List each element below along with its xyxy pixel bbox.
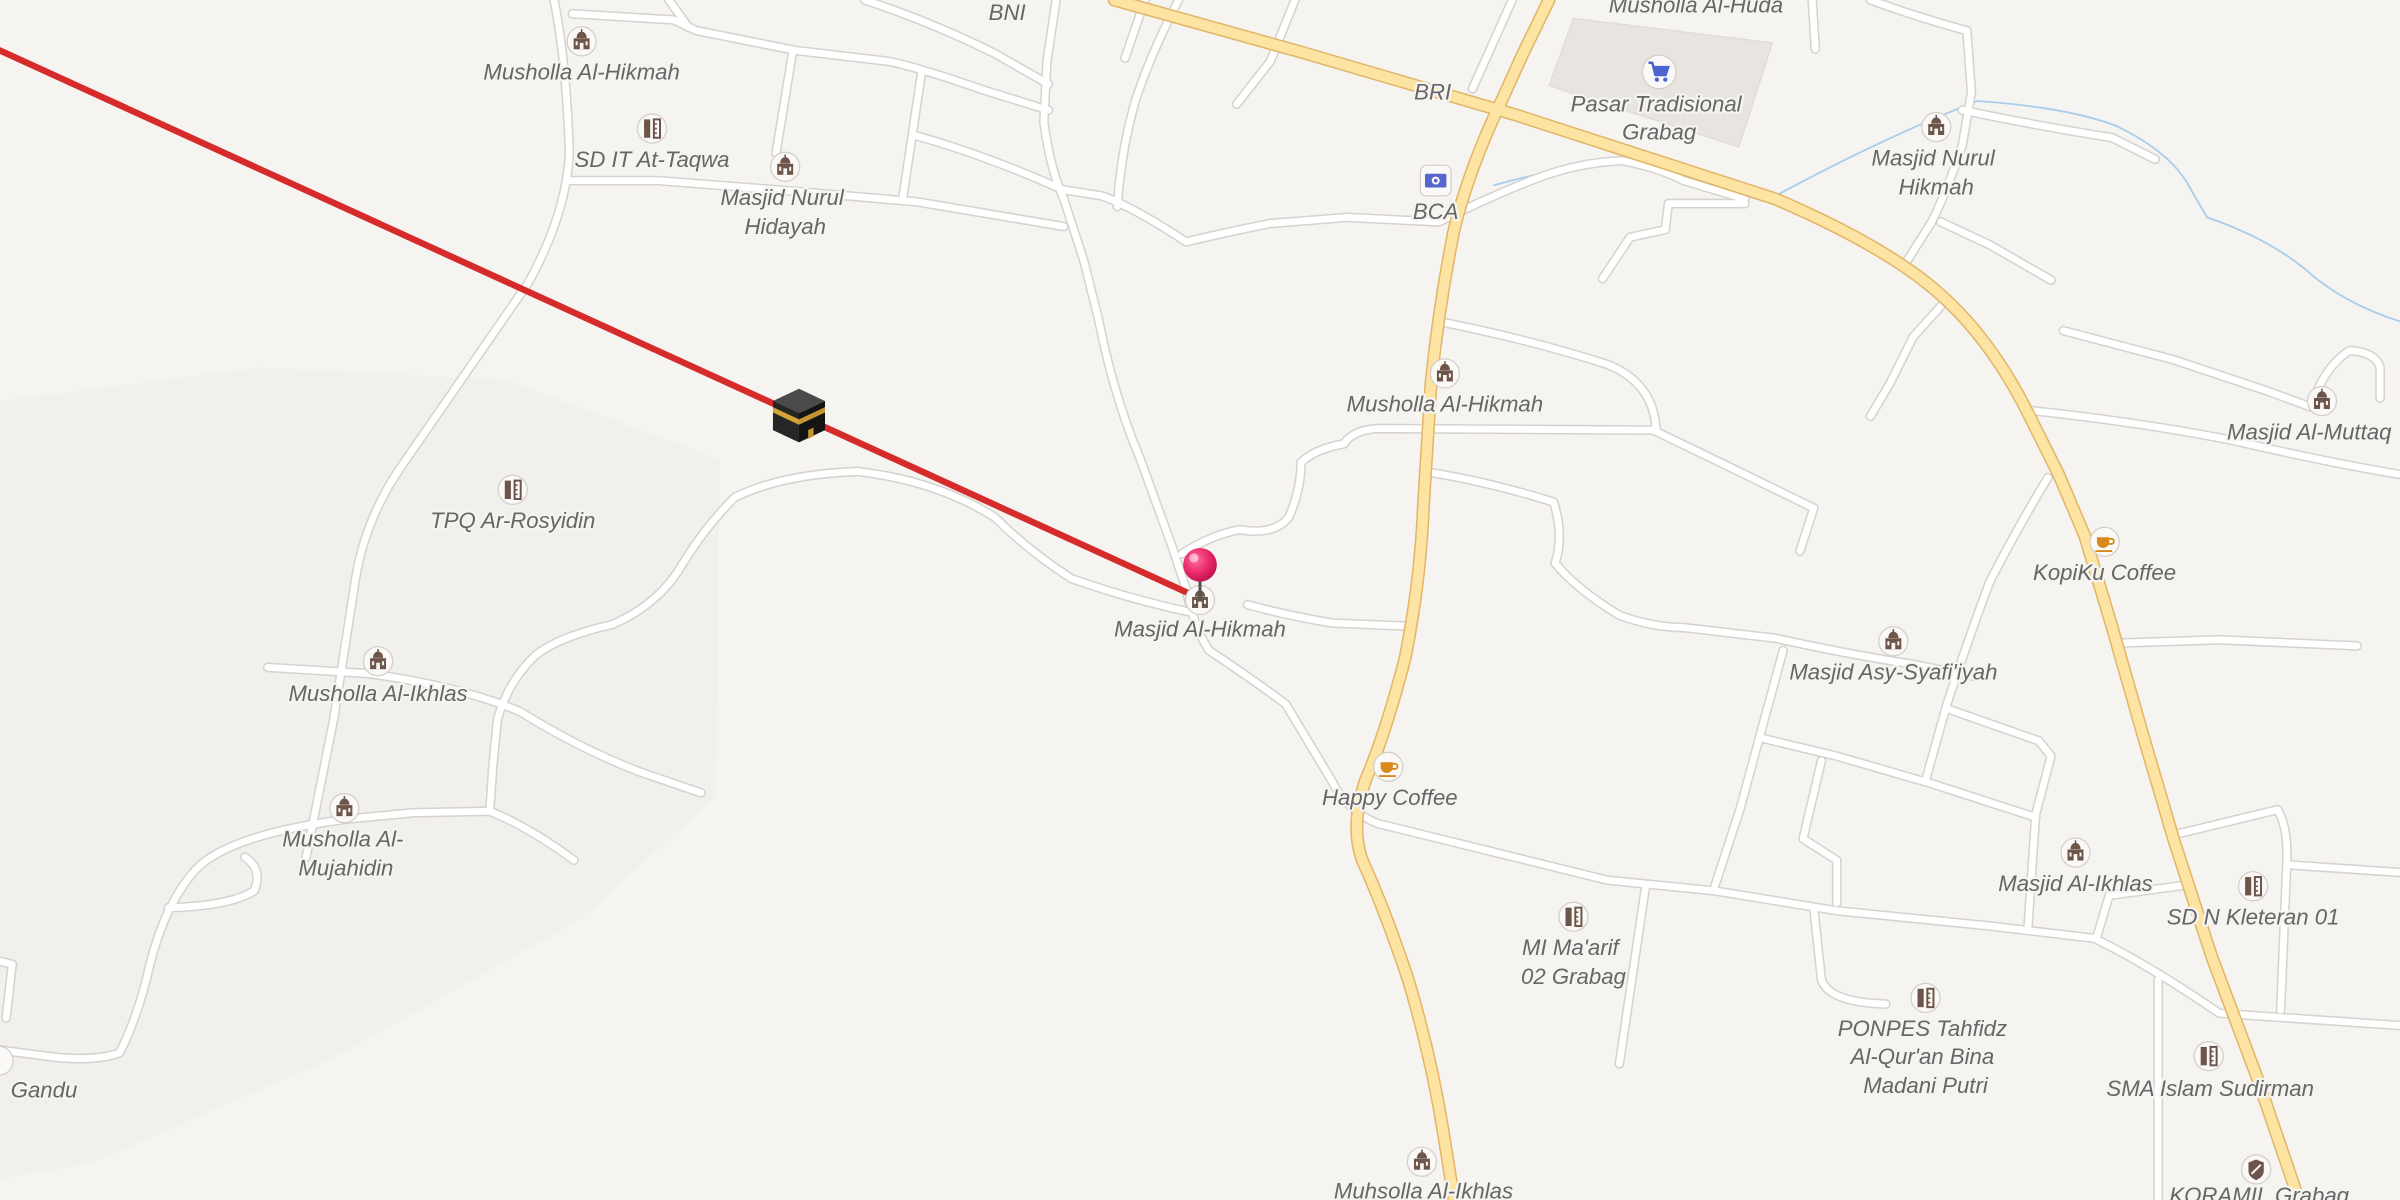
school-icon [636,113,668,145]
poi-label-line: SD N Kleteran 01 [2167,904,2340,929]
map-canvas[interactable]: Musholla Al-Hikmah SD IT At-Taqwa Masjid… [0,0,2400,1200]
school-icon [2237,870,2269,902]
poi-label-line: Hidayah [745,214,826,239]
mosque-icon [566,26,597,57]
map-svg[interactable]: Musholla Al-Hikmah SD IT At-Taqwa Masjid… [0,0,2400,1200]
poi-label: SD N Kleteran 01 [2167,904,2340,929]
poi-label-line: Musholla Al- [282,826,403,851]
poi-label: KopiKu Coffee [2033,560,2176,585]
poi-label-line: Masjid Al-Hikmah [1114,617,1286,642]
poi-label-line: BCA [1413,199,1459,224]
poi-label-line: Gandu [11,1077,78,1102]
poi-label: BNI [989,0,1026,25]
poi-label: KORAMIL Grabag [2169,1183,2349,1200]
shopping-cart-icon [1641,53,1678,91]
military-icon [2240,1153,2272,1185]
poi-label: BCA [1413,199,1459,224]
school-icon [1557,901,1590,933]
poi-label: SD IT At-Taqwa [575,147,730,172]
poi-label: Masjid Al-Hikmah [1114,617,1286,642]
poi-label: BRI [1414,79,1451,104]
mosque-icon [362,645,394,677]
poi-label-line: KopiKu Coffee [2033,560,2176,585]
poi-label-line: Hikmah [1899,174,1974,199]
poi-label-line: Muhsolla Al-Ikhlas [1334,1178,1513,1200]
mosque-icon [329,792,360,824]
poi-label-line: Musholla Al-Hikmah [1347,392,1543,417]
poi-label-line: SD IT At-Taqwa [575,147,730,172]
mosque-icon [1878,626,1909,657]
poi-musholla-al-huda[interactable]: Musholla Al-Huda [1606,0,1785,20]
poi-label: SMA Islam Sudirman [2106,1076,2314,1101]
coffee-icon [1372,751,1404,783]
poi-bni[interactable]: BNI [986,0,1028,27]
poi-label: Gandu [11,1077,78,1102]
poi-label: Musholla Al-Ikhlas [288,681,467,706]
poi-label-line: Mujahidin [298,856,393,881]
poi-label-line: Musholla Al-Huda [1609,0,1783,17]
poi-label: Happy Coffee [1322,785,1458,810]
poi-label-line: TPQ Ar-Rosyidin [430,508,595,533]
poi-label-line: 02 Grabag [1521,964,1627,989]
poi-label: Muhsolla Al-Ikhlas [1334,1178,1513,1200]
poi-label-line: Masjid Asy-Syafi'iyah [1789,660,1997,685]
pin-head [1183,547,1217,582]
poi-label-line: Grabag [1622,119,1697,144]
poi-label-line: Masjid Nurul [720,185,844,210]
school-icon [2193,1040,2225,1072]
poi-label: Musholla Al-Hikmah [1347,392,1543,417]
poi-label: Masjid Al-Muttaq [2227,419,2392,444]
mosque-icon [2306,385,2338,417]
mosque-icon [769,151,801,183]
mosque-icon [1406,1146,1438,1178]
pin-highlight [1189,553,1199,563]
bank-icon [1419,164,1452,197]
poi-label-line: BRI [1414,79,1451,104]
poi-label: Musholla Al-Hikmah [483,60,679,85]
poi-label: PONPES Tahfidz Al-Qur'an Bina Madani Put… [1838,1016,2014,1098]
poi-bri[interactable]: BRI [1412,77,1454,107]
poi-label-line: SMA Islam Sudirman [2106,1076,2314,1101]
poi-label-line: Madani Putri [1863,1073,1989,1098]
mosque-icon [1429,358,1461,389]
mosque-icon [1920,111,1952,143]
coffee-icon [2089,526,2121,558]
poi-label-line: PONPES Tahfidz [1838,1016,2007,1041]
poi-label-line: Masjid Al-Ikhlas [1998,871,2153,896]
poi-label-line: Musholla Al-Hikmah [483,60,679,85]
poi-label: Masjid Asy-Syafi'iyah [1789,660,1997,685]
poi-label-line: BNI [989,0,1026,25]
poi-label-line: MI Ma'arif [1522,935,1622,960]
poi-label-line: Musholla Al-Ikhlas [288,681,467,706]
poi-label-line: Masjid Al-Muttaq [2227,419,2392,444]
poi-label-line: Pasar Tradisional [1571,92,1743,117]
poi-label-line: Masjid Nurul [1871,145,1995,170]
poi-label-line: Al-Qur'an Bina [1849,1044,1995,1069]
poi-label: TPQ Ar-Rosyidin [430,508,595,533]
school-icon [497,474,529,506]
poi-label-line: KORAMIL Grabag [2169,1183,2349,1200]
mosque-icon [2060,837,2091,868]
poi-label-line: Happy Coffee [1322,785,1458,810]
road [1808,0,1819,53]
poi-label: Masjid Al-Ikhlas [1998,871,2153,896]
school-icon [1909,982,1942,1014]
poi-label: Musholla Al-Huda [1609,0,1783,17]
